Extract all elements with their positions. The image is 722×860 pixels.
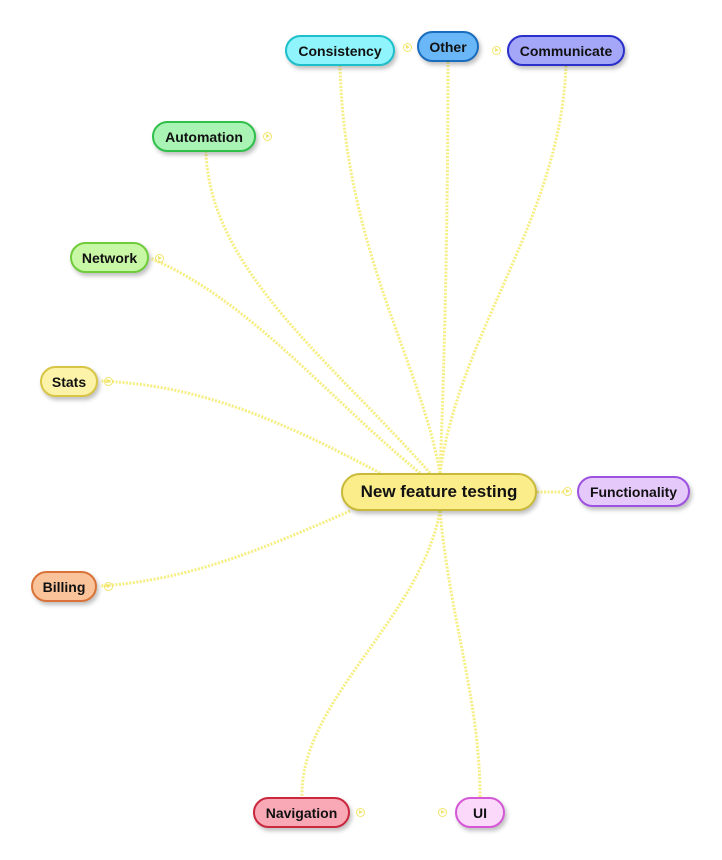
expand-toggle-icon[interactable] [263,132,272,141]
connector-stats [99,379,381,475]
connector-ui [438,510,482,798]
expand-toggle-icon[interactable] [438,808,447,817]
node-stats[interactable]: Stats [40,366,98,397]
expand-toggle-icon[interactable] [104,582,113,591]
expand-toggle-icon[interactable] [155,254,164,263]
expand-toggle-icon[interactable] [356,808,365,817]
connector-network [149,256,421,475]
connector-billing [99,509,351,588]
expand-toggle-icon[interactable] [403,43,412,52]
expand-toggle-icon[interactable] [492,46,501,55]
node-automation[interactable]: Automation [152,121,256,152]
expand-toggle-icon[interactable] [563,487,572,496]
node-ui[interactable]: UI [455,797,505,828]
node-communicate[interactable]: Communicate [507,35,625,66]
connector-other [438,61,450,474]
node-network[interactable]: Network [70,242,149,273]
node-functionality[interactable]: Functionality [577,476,690,507]
connector-lines [99,61,568,798]
root-node[interactable]: New feature testing [341,473,537,511]
node-consistency[interactable]: Consistency [285,35,395,66]
connector-communicate [438,65,568,474]
node-other[interactable]: Other [417,31,479,62]
expand-toggle-icon[interactable] [104,377,113,386]
connector-consistency [338,65,442,474]
node-billing[interactable]: Billing [31,571,97,602]
connector-navigation [300,510,442,798]
node-navigation[interactable]: Navigation [253,797,350,828]
